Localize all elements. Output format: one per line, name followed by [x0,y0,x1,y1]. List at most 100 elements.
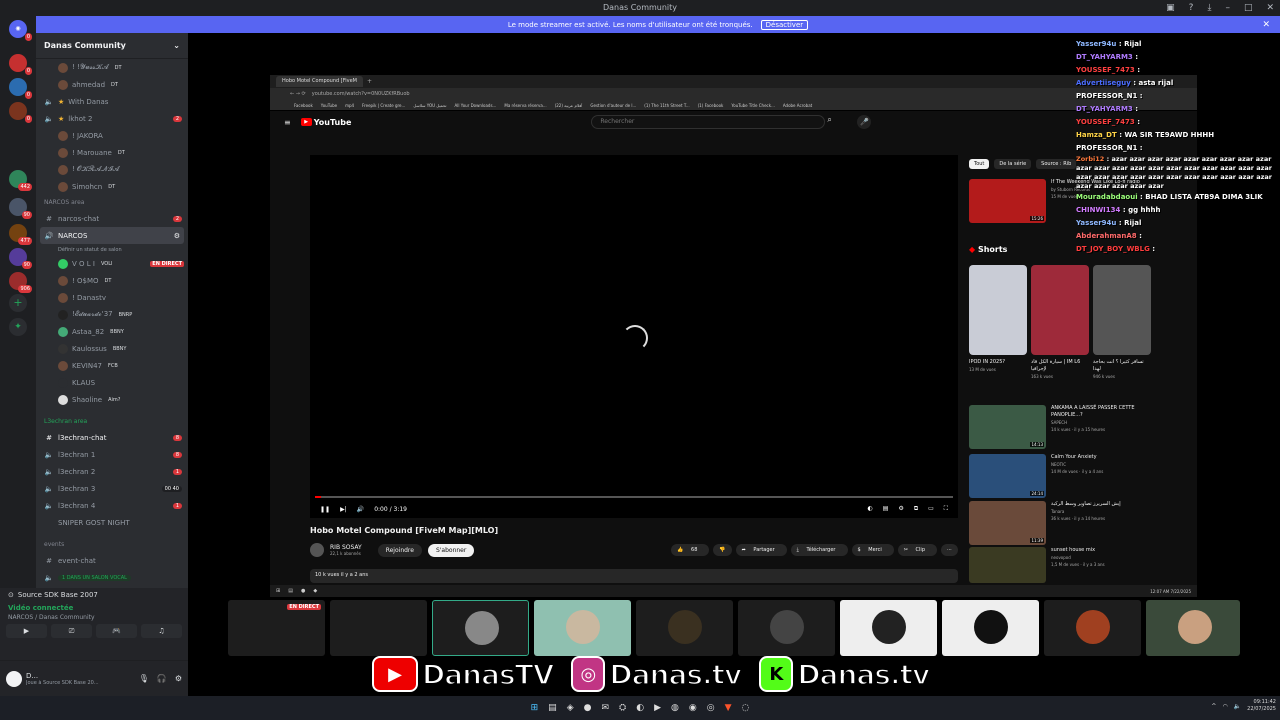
voice-channel[interactable]: 🔈 ★ lkhot 2 2 [36,110,188,127]
video-description[interactable]: 10 k vues il y a 2 ans [310,569,958,583]
participant-tile[interactable] [636,600,733,656]
search-input[interactable]: Rechercher [591,115,826,129]
download-icon[interactable]: ⤓ [1207,0,1211,16]
participant-tile[interactable] [330,600,427,656]
subscribe-button[interactable]: S'abonner [427,543,475,557]
volume-icon[interactable]: 🔈 [1234,703,1241,710]
soundboard-button[interactable]: ♫ [141,624,182,638]
microphone-icon[interactable]: 🎙 [139,674,149,683]
volume-icon[interactable]: 🔊 [357,506,364,513]
bookmark[interactable]: Ma réserva réserva... [504,103,546,108]
app-icon[interactable]: ⛭ [619,703,626,713]
file-explorer-icon[interactable]: ▤ [548,703,557,713]
browser-tab[interactable]: Hobo Motel Compound [FiveM [276,76,363,87]
participant-tile[interactable] [432,600,529,656]
progress-bar[interactable] [315,496,953,498]
voice-member[interactable]: ! JAKORA [36,127,188,144]
stage-channel[interactable]: 🔈 1 DANS UN SALON VOCAL [36,569,188,586]
gear-icon[interactable]: ⚙ [174,232,180,240]
app-icon[interactable]: ◌ [742,703,750,713]
avatar[interactable] [6,670,22,687]
inbox-icon[interactable]: ▣ [1166,0,1175,16]
activities-button[interactable]: 🎮 [96,624,137,638]
add-server-icon[interactable]: + [9,294,27,312]
server-icon[interactable]: 906 [9,272,32,293]
category-l3echran[interactable]: L3echran area [36,414,188,429]
voice-member[interactable]: ! O$MO DT [36,272,188,289]
nav-icons[interactable]: ← → ⟳ [290,91,306,97]
youtube-logo[interactable]: ▶ YouTube [300,118,351,127]
app-icon[interactable]: ◆ [313,588,317,594]
menu-icon[interactable]: ≡ [284,118,291,127]
participant-tile[interactable] [840,600,937,656]
voice-channel[interactable]: 🔈 l3echran 2 1 [36,463,188,480]
voice-member[interactable]: Simohcn DT [36,178,188,195]
close-icon[interactable]: ✕ [1266,0,1274,16]
participant-tile[interactable] [1044,600,1141,656]
bookmark[interactable]: أفلام عربية (22) [555,103,583,108]
short-thumbnail[interactable] [1031,265,1089,355]
system-clock[interactable]: 09:11:42 22/07/2025 [1247,699,1276,713]
app-icon[interactable]: ✉ [601,703,609,713]
bookmark[interactable]: Gestion d'auteur de l... [590,103,636,108]
server-icon[interactable]: 0 [9,54,32,75]
bookmark[interactable]: (1) Facebook [698,103,724,108]
bookmark[interactable]: Freepik | Create gre... [362,103,405,108]
recommended-video[interactable]: sunset house mix neovopod 1,5 M de vues · … [969,547,1189,583]
category-narcos[interactable]: NARCOS area [36,195,188,210]
next-icon[interactable]: ▶| [340,506,347,513]
dislike-button[interactable]: 👎 [713,544,732,556]
participant-tile[interactable]: EN DIRECT [228,600,325,656]
participant-tile[interactable] [942,600,1039,656]
app-icon[interactable]: ● [584,703,592,713]
discover-icon[interactable]: ✦ [9,318,27,336]
voice-channel-selected[interactable]: 🔊 NARCOS ⚙ [40,227,184,244]
text-channel[interactable]: # l3echran-chat 8 [36,429,188,446]
camera-button[interactable]: ▶ [6,624,47,638]
bookmark[interactable]: سلاسل YOU تحميل [413,103,446,108]
short-caption[interactable]: IPOD IN 2025? 13 M de vues [969,359,1027,373]
voice-member[interactable]: V O L I VOLI EN DIRECT [36,255,188,272]
participant-tile[interactable] [738,600,835,656]
voice-member[interactable]: ! Marouane DT [36,144,188,161]
more-icon[interactable]: ⋯ [941,544,958,556]
bookmark[interactable]: Facebook [294,103,313,108]
voice-channel[interactable]: 🔈 ★ With Danas [36,93,188,110]
short-caption[interactable]: تسافر كثيرا ؟ انت بحاجة لهذا 946 k vues [1093,359,1151,380]
download-button[interactable]: ⤓ Télécharger [790,544,848,556]
windows-icon[interactable]: ⊞ [276,588,280,594]
network-icon[interactable]: ◠ [1222,703,1227,710]
deactivate-button[interactable]: Désactiver [760,19,809,30]
app-icon[interactable]: ● [301,588,305,594]
voice-channel[interactable]: 🔈 l3echran 4 1 [36,497,188,514]
maximize-icon[interactable]: □ [1244,0,1253,16]
app-icon[interactable]: ▶ [654,703,661,713]
app-icon[interactable]: ◎ [707,703,715,713]
channel-name[interactable]: RIB SOSAY [330,544,362,551]
voice-member[interactable]: !𝓔𝓭𝓾𝓪𝓻𝓭𝓸'37 BNRP [36,306,188,323]
bookmark[interactable]: YouTube [321,103,337,108]
participant-tile[interactable] [534,600,631,656]
headphones-icon[interactable]: 🎧 [157,674,167,683]
voice-member[interactable]: ! 𝓞𝓚𝓡𝓐𝓝𝓘𝓐 [36,161,188,178]
thanks-button[interactable]: $ Merci [851,544,894,556]
settings-icon[interactable]: ⚙ [175,674,182,683]
bookmark[interactable]: mp4 [345,103,354,108]
bookmark[interactable]: All Your Downloads... [455,103,497,108]
server-header[interactable]: Danas Community ⌄ [36,33,188,59]
server-icon[interactable]: 0 [9,78,32,99]
screen-share-button[interactable]: ⎚ [51,624,92,638]
bookmark[interactable]: YouTube Title Check... [731,103,775,108]
recommended-video[interactable]: 14:13 ANKAMA A LAISSÉ PASSER CETTE PANOP… [969,405,1189,449]
clip-button[interactable]: ✂ Clip [897,544,937,556]
new-tab-icon[interactable]: + [367,78,372,85]
short-caption[interactable]: سيارة الكل قاد | IM L6 لإجرافيا 163 k vue… [1031,359,1089,380]
voice-member[interactable]: ahmedad DT [36,76,188,93]
recommended-video[interactable]: 24:14 Calm Your Anxiety NEOTIC 14 M de vue… [969,454,1189,498]
voice-search-icon[interactable]: 🎤 [857,115,872,129]
video-player[interactable]: ❚❚ ▶| 🔊 0:00 / 3:19 ◐ ▤ ⚙ ⧉ ▭ ⛶ [310,155,958,518]
windows-start-icon[interactable]: ⊞ [531,703,539,713]
share-button[interactable]: ➦ Partager [735,544,787,556]
voice-channel[interactable]: 🔈 l3echran 1 8 [36,446,188,463]
like-button[interactable]: 👍 68 [671,544,710,556]
